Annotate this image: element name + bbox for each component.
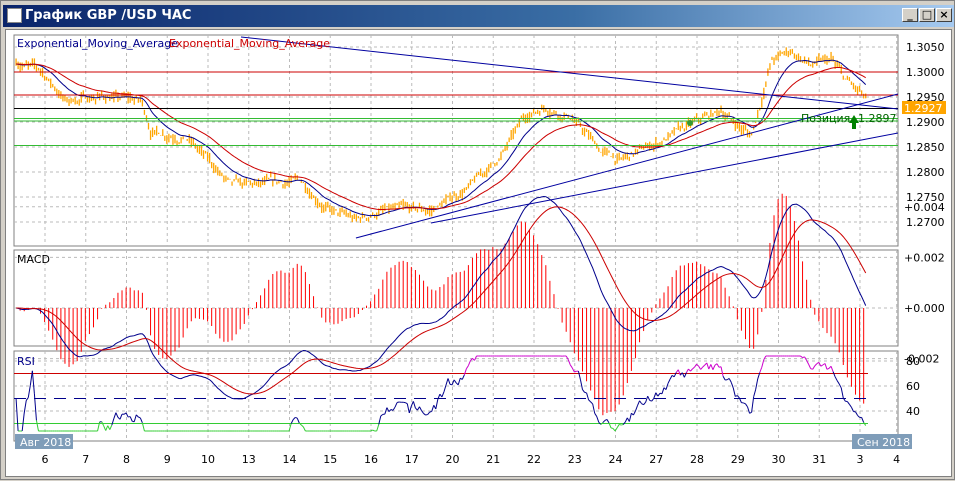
price-panel	[14, 35, 898, 246]
rsi-segment	[430, 411, 432, 412]
price-tick-label: 1.3050	[906, 41, 945, 54]
x-tick-label: 9	[164, 453, 171, 466]
rsi-segment	[621, 425, 623, 426]
rsi-segment	[611, 428, 613, 429]
rsi-panel	[14, 351, 898, 441]
x-tick-label: 16	[364, 453, 378, 466]
chart-canvas[interactable]: 6 7 8 9 10 13 14 15 16 17 20 21 22 23 24 27 28 29 30 31 3 4 1.…	[1, 1, 955, 481]
legend-ema-slow: Exponential_Moving_Average	[169, 37, 330, 50]
rsi-segment	[585, 392, 587, 393]
x-tick-label: 23	[568, 453, 582, 466]
price-tick-label: 1.2900	[906, 116, 945, 129]
x-tick-label: 28	[690, 453, 704, 466]
x-tick-label: 31	[812, 453, 826, 466]
date-badge-right-text: Сен 2018	[857, 436, 910, 449]
x-tick-label: 27	[649, 453, 663, 466]
rsi-segment	[619, 424, 621, 425]
x-tick-label: 10	[201, 453, 215, 466]
grid	[14, 35, 898, 441]
x-tick-label: 17	[405, 453, 419, 466]
x-tick-label: 13	[242, 453, 256, 466]
date-badge-left-text: Авг 2018	[20, 436, 71, 449]
chart-window: График GBP /USD ЧАС _ □ × 67891013141516…	[0, 0, 955, 480]
x-tick-label: 24	[609, 453, 623, 466]
x-tick-label: 4	[893, 453, 900, 466]
rsi-segment	[295, 417, 297, 418]
rsi-tick-label: 40	[906, 405, 920, 418]
macd-tick-label: +0.004	[904, 201, 945, 214]
x-tick-label: 8	[123, 453, 130, 466]
current-price: 1.2927	[904, 102, 943, 115]
x-tick-label: 15	[323, 453, 337, 466]
rsi-segment	[574, 371, 576, 372]
x-tick-label: 3	[857, 453, 864, 466]
rsi-tick-label: 80	[906, 355, 920, 368]
position-label: Позиция	[801, 112, 850, 125]
x-tick-label: 6	[42, 453, 49, 466]
price-tick-label: 1.2850	[906, 141, 945, 154]
x-tick-label: 22	[527, 453, 541, 466]
legend-ema-fast: Exponential_Moving_Average	[17, 37, 178, 50]
macd-tick-label: +0.002	[904, 251, 945, 264]
rsi-title: RSI	[17, 355, 35, 368]
price-tick-label: 1.2700	[906, 216, 945, 229]
x-tick-label: 29	[731, 453, 745, 466]
x-tick-label: 14	[283, 453, 297, 466]
position-price: 1.2897	[858, 112, 897, 125]
price-tick-label: 1.3000	[906, 66, 945, 79]
rsi-tick-label: 60	[906, 380, 920, 393]
x-tick-label: 7	[82, 453, 89, 466]
x-tick-label: 20	[446, 453, 460, 466]
x-tick-label: 30	[772, 453, 786, 466]
marker-dot	[687, 120, 693, 126]
macd-title: MACD	[17, 253, 50, 266]
price-tick-label: 1.2800	[906, 166, 945, 179]
macd-tick-label: +0.000	[904, 302, 945, 315]
x-tick-label: 21	[486, 453, 500, 466]
